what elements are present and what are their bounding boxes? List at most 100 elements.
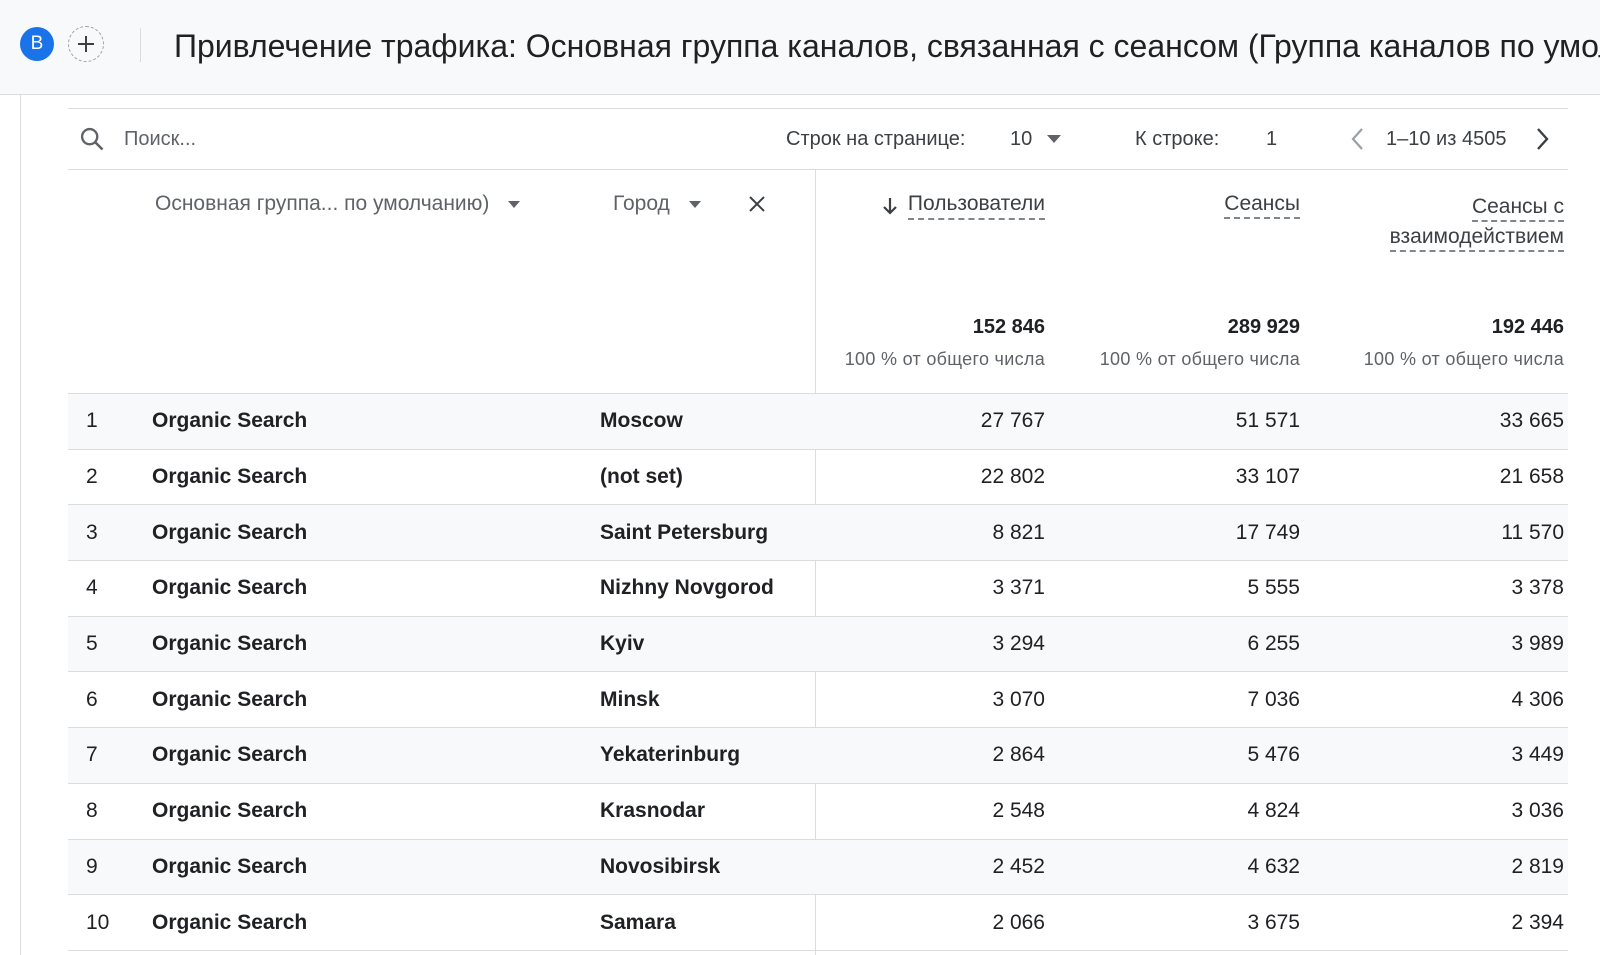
- users-cell: 2 864: [992, 743, 1045, 767]
- prev-page-button[interactable]: [1350, 109, 1364, 169]
- users-cell: 2 066: [992, 910, 1045, 934]
- search-icon[interactable]: [78, 109, 106, 169]
- dimension2-header[interactable]: Город: [613, 192, 702, 216]
- total-value: 192 446: [1491, 316, 1564, 338]
- users-cell: 3 070: [992, 687, 1045, 711]
- rows-per-page-value: 10: [1010, 127, 1033, 150]
- sessions-cell: 51 571: [1235, 409, 1300, 433]
- table-row[interactable]: 3 Organic Search Saint Petersburg 8 821 17 7…: [68, 505, 1568, 562]
- users-cell: 27 767: [980, 409, 1045, 433]
- data-table: Основная группа... по умолчанию) Город П…: [68, 170, 1568, 951]
- sessions-cell: 4 632: [1247, 854, 1300, 878]
- channel-cell: Organic Search: [152, 576, 308, 600]
- total-engaged-sessions: 192 446 100 % от общего числа: [1364, 316, 1564, 370]
- table-row[interactable]: 10 Organic Search Samara 2 066 3 675 2 394: [68, 895, 1568, 951]
- table-toolbar: Строк на странице: 10 К строке: 1 1–10 и…: [68, 109, 1568, 170]
- channel-cell: Organic Search: [152, 520, 308, 544]
- engaged-sessions-cell: 3 449: [1511, 743, 1564, 767]
- goto-row-input[interactable]: 1: [1266, 109, 1296, 169]
- chevron-left-icon: [1351, 128, 1363, 150]
- table-row[interactable]: 7 Organic Search Yekaterinburg 2 864 5 476 3 …: [68, 728, 1568, 784]
- table-header: Основная группа... по умолчанию) Город П…: [68, 170, 1568, 394]
- total-value: 152 846: [972, 316, 1045, 338]
- metric-header-engaged-sessions[interactable]: Сеансы с взаимодействием: [1344, 192, 1564, 252]
- sessions-cell: 4 824: [1247, 799, 1300, 823]
- dimension1-header[interactable]: Основная группа... по умолчанию): [155, 192, 521, 216]
- rows-per-page-select[interactable]: 10: [1010, 109, 1062, 169]
- total-percent: 100 % от общего числа: [1363, 349, 1564, 369]
- table-row[interactable]: 5 Organic Search Kyiv 3 294 6 255 3 989: [68, 616, 1568, 673]
- table-row[interactable]: 1 Organic Search Moscow 27 767 51 571 33 665: [68, 394, 1568, 450]
- dropdown-arrow-icon: [1047, 135, 1062, 143]
- total-sessions: 289 929 100 % от общего числа: [1100, 316, 1300, 370]
- sessions-cell: 7 036: [1247, 687, 1300, 711]
- total-percent: 100 % от общего числа: [1099, 349, 1300, 369]
- page-title: Привлечение трафика: Основная группа кан…: [174, 28, 1600, 64]
- engaged-sessions-cell: 2 819: [1511, 854, 1564, 878]
- metric-header-users[interactable]: Пользователи: [882, 192, 1045, 220]
- metric-header-sessions-label: Сеансы: [1224, 192, 1300, 219]
- row-index: 1: [86, 409, 98, 433]
- dropdown-arrow-icon: [508, 200, 521, 208]
- engaged-sessions-cell: 11 570: [1501, 520, 1564, 544]
- table-row[interactable]: 2 Organic Search (not set) 22 802 33 107 21 6…: [68, 450, 1568, 506]
- row-index: 6: [86, 687, 98, 711]
- city-cell: Minsk: [600, 687, 660, 711]
- close-icon: [749, 196, 765, 212]
- users-cell: 3 294: [992, 632, 1045, 656]
- engaged-sessions-cell: 3 989: [1511, 632, 1564, 656]
- row-index: 8: [86, 799, 98, 823]
- users-cell: 2 548: [992, 799, 1045, 823]
- table-row[interactable]: 4 Organic Search Nizhny Novgorod 3 371 5 555…: [68, 561, 1568, 617]
- add-comparison-button[interactable]: [68, 26, 104, 62]
- total-percent: 100 % от общего числа: [844, 349, 1045, 369]
- chevron-right-icon: [1537, 128, 1549, 150]
- table-row[interactable]: 9 Organic Search Novosibirsk 2 452 4 632 2 81…: [68, 839, 1568, 896]
- search-input[interactable]: [124, 109, 444, 169]
- engaged-sessions-cell: 4 306: [1511, 687, 1564, 711]
- goto-row-label: К строке:: [1135, 127, 1220, 150]
- city-cell: Samara: [600, 910, 676, 934]
- channel-cell: Organic Search: [152, 409, 308, 433]
- rows-per-page-label: Строк на странице:: [786, 127, 966, 150]
- channel-cell: Organic Search: [152, 632, 308, 656]
- row-index: 2: [86, 465, 98, 489]
- users-cell: 2 452: [992, 854, 1045, 878]
- plus-icon: [78, 36, 94, 52]
- engaged-sessions-cell: 3 378: [1511, 576, 1564, 600]
- table-body: 1 Organic Search Moscow 27 767 51 571 33 665 2…: [68, 394, 1568, 951]
- users-cell: 3 371: [992, 576, 1045, 600]
- sessions-cell: 5 555: [1247, 576, 1300, 600]
- pagination-range: 1–10 из 4505: [1386, 127, 1507, 150]
- avatar[interactable]: B: [20, 27, 54, 61]
- remove-dimension-button[interactable]: [748, 192, 766, 220]
- channel-cell: Organic Search: [152, 465, 308, 489]
- total-value: 289 929: [1227, 316, 1300, 338]
- row-index: 5: [86, 632, 98, 656]
- row-index: 10: [86, 910, 110, 934]
- dimension2-label: Город: [613, 192, 670, 215]
- city-cell: Yekaterinburg: [600, 743, 741, 767]
- row-index: 3: [86, 520, 98, 544]
- metric-header-sessions[interactable]: Сеансы: [1224, 192, 1300, 219]
- city-cell: Saint Petersburg: [600, 520, 769, 544]
- city-cell: Krasnodar: [600, 799, 706, 823]
- metric-header-users-label: Пользователи: [907, 192, 1045, 220]
- sessions-cell: 3 675: [1247, 910, 1300, 934]
- table-row[interactable]: 6 Organic Search Minsk 3 070 7 036 4 306: [68, 672, 1568, 729]
- channel-cell: Organic Search: [152, 743, 308, 767]
- channel-cell: Organic Search: [152, 799, 308, 823]
- left-rail-divider: [20, 95, 21, 955]
- users-cell: 8 821: [992, 520, 1045, 544]
- metric-header-engaged-label: Сеансы с взаимодействием: [1389, 195, 1564, 252]
- city-cell: Kyiv: [600, 632, 645, 656]
- table-row[interactable]: 8 Organic Search Krasnodar 2 548 4 824 3 036: [68, 784, 1568, 840]
- row-index: 7: [86, 743, 98, 767]
- city-cell: Novosibirsk: [600, 854, 721, 878]
- sessions-cell: 6 255: [1247, 632, 1300, 656]
- channel-cell: Organic Search: [152, 854, 308, 878]
- engaged-sessions-cell: 3 036: [1511, 799, 1564, 823]
- next-page-button[interactable]: [1536, 109, 1550, 169]
- report-header: B Привлечение трафика: Основная группа к…: [0, 0, 1600, 95]
- header-divider: [140, 28, 141, 62]
